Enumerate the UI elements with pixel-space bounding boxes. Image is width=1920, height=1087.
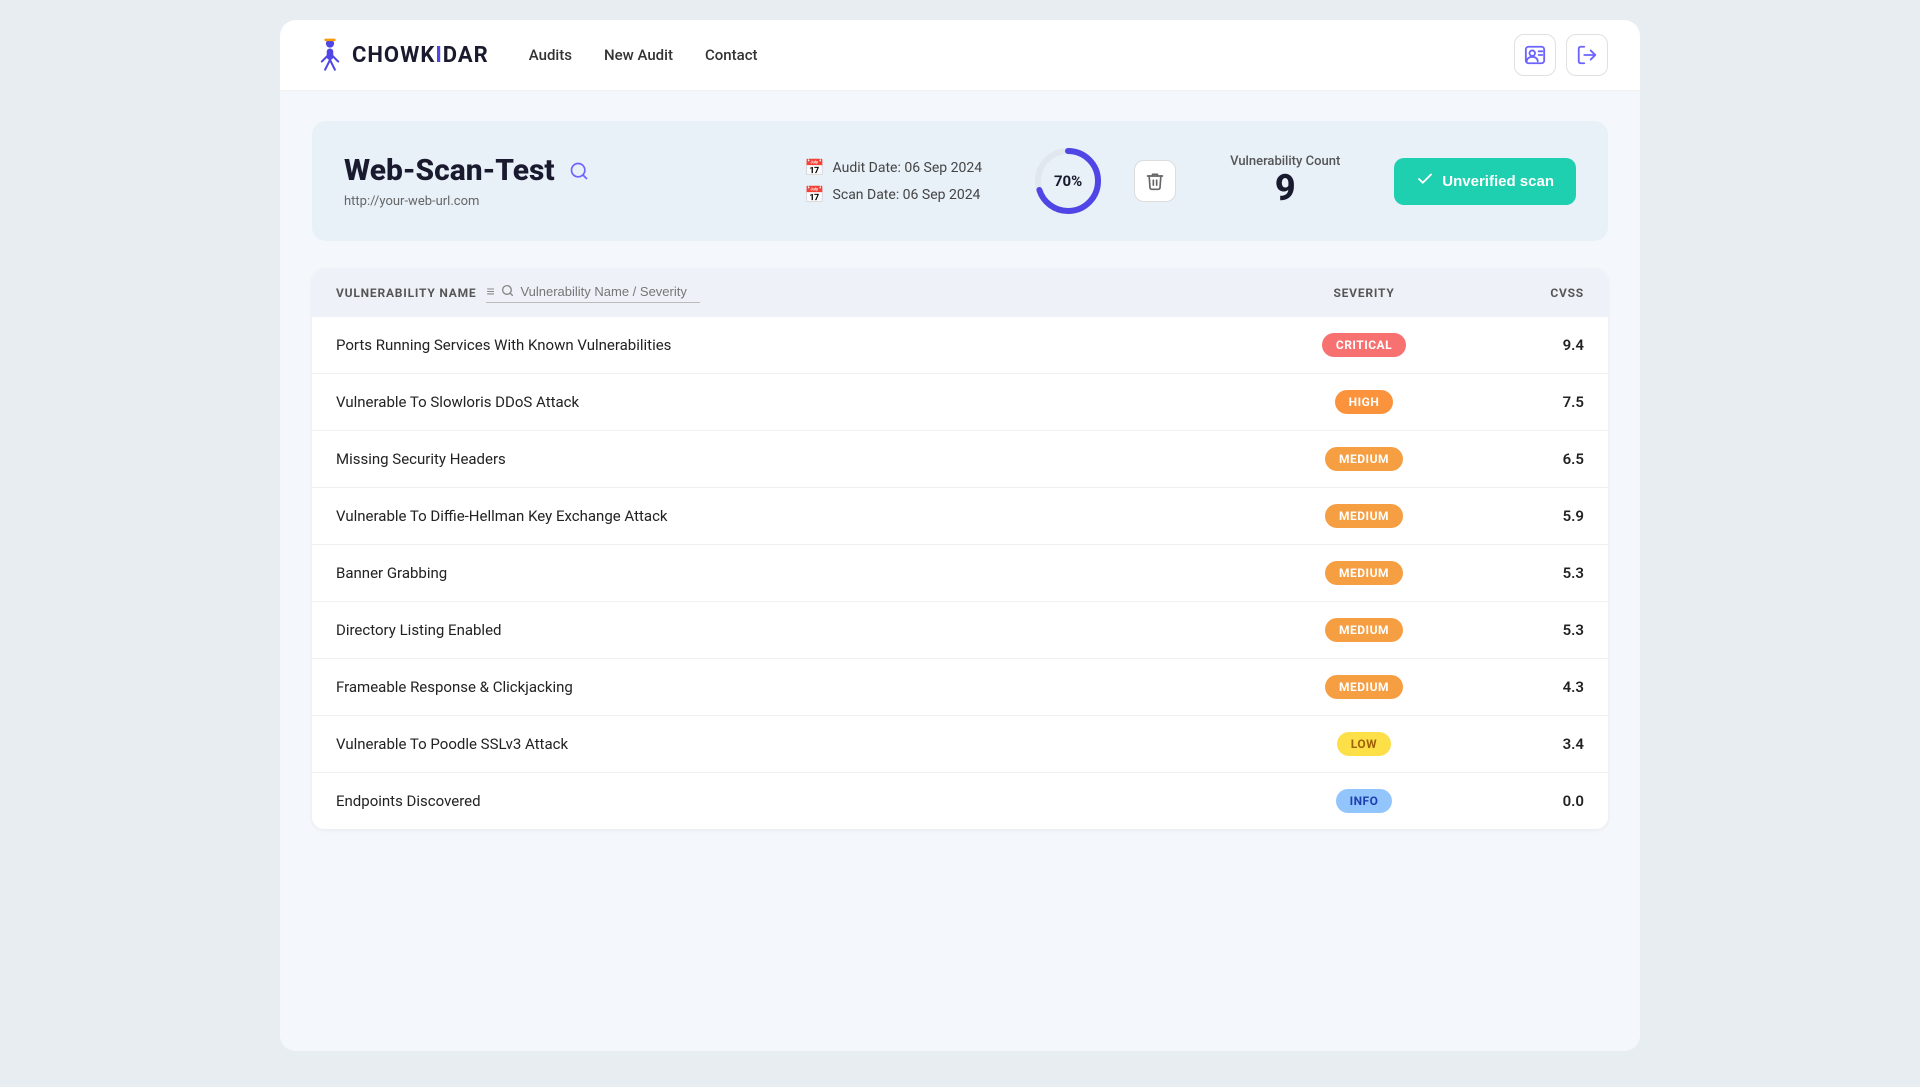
row-vuln-name: Ports Running Services With Known Vulner… (336, 336, 1264, 354)
app-container: CHOWKIDAR Audits New Audit Contact (280, 20, 1640, 1051)
table-row[interactable]: Missing Security Headers MEDIUM 6.5 (312, 431, 1608, 488)
checkmark-icon (1416, 170, 1434, 193)
nav-links: Audits New Audit Contact (529, 46, 1514, 64)
logo-icon (312, 37, 348, 73)
row-cvss: 0.0 (1464, 792, 1584, 810)
navbar: CHOWKIDAR Audits New Audit Contact (280, 20, 1640, 91)
col-severity: SEVERITY (1264, 286, 1464, 300)
severity-badge: MEDIUM (1325, 675, 1403, 699)
table-row[interactable]: Vulnerable To Poodle SSLv3 Attack LOW 3.… (312, 716, 1608, 773)
scan-date-label: Scan Date: 06 Sep 2024 (833, 187, 981, 203)
severity-badge: MEDIUM (1325, 447, 1403, 471)
vuln-count-box: Vulnerability Count 9 (1230, 154, 1340, 209)
severity-badge: MEDIUM (1325, 618, 1403, 642)
table-row[interactable]: Ports Running Services With Known Vulner… (312, 317, 1608, 374)
delete-button[interactable] (1134, 160, 1176, 202)
row-severity: CRITICAL (1264, 333, 1464, 357)
severity-badge: CRITICAL (1322, 333, 1406, 357)
table-row[interactable]: Directory Listing Enabled MEDIUM 5.3 (312, 602, 1608, 659)
nav-link-contact[interactable]: Contact (705, 46, 758, 64)
row-vuln-name: Directory Listing Enabled (336, 621, 1264, 639)
row-cvss: 5.3 (1464, 621, 1584, 639)
row-severity: MEDIUM (1264, 675, 1464, 699)
audit-date-row: 📅 Audit Date: 06 Sep 2024 (805, 158, 982, 177)
progress-text: 70% (1054, 172, 1082, 190)
profile-icon (1524, 44, 1546, 66)
severity-badge: MEDIUM (1325, 561, 1403, 585)
scan-calendar-icon: 📅 (805, 185, 825, 204)
table-row[interactable]: Vulnerable To Slowloris DDoS Attack HIGH… (312, 374, 1608, 431)
scan-url: http://your-web-url.com (344, 194, 775, 209)
row-severity: HIGH (1264, 390, 1464, 414)
vuln-count-number: 9 (1230, 169, 1340, 209)
logo-area: CHOWKIDAR (312, 37, 489, 73)
table-row[interactable]: Banner Grabbing MEDIUM 5.3 (312, 545, 1608, 602)
scan-title-row: Web-Scan-Test (344, 153, 775, 188)
row-cvss: 5.3 (1464, 564, 1584, 582)
row-severity: INFO (1264, 789, 1464, 813)
table-body: Ports Running Services With Known Vulner… (312, 317, 1608, 829)
severity-badge: MEDIUM (1325, 504, 1403, 528)
row-cvss: 4.3 (1464, 678, 1584, 696)
logout-icon (1576, 44, 1598, 66)
scan-edit-icon[interactable] (565, 157, 593, 185)
scan-date-row: 📅 Scan Date: 06 Sep 2024 (805, 185, 982, 204)
row-vuln-name: Vulnerable To Poodle SSLv3 Attack (336, 735, 1264, 753)
audit-dates: 📅 Audit Date: 06 Sep 2024 📅 Scan Date: 0… (805, 158, 982, 204)
severity-badge: LOW (1337, 732, 1391, 756)
search-wrap: ≡ (486, 283, 700, 303)
nav-link-audits[interactable]: Audits (529, 46, 572, 64)
trash-icon (1145, 171, 1165, 191)
vuln-table: VULNERABILITY NAME ≡ SEVERITY CVSS (312, 269, 1608, 829)
col-name-label: VULNERABILITY NAME (336, 286, 476, 300)
scan-info: Web-Scan-Test http://your-web-url.com (344, 153, 775, 209)
row-vuln-name: Banner Grabbing (336, 564, 1264, 582)
row-severity: MEDIUM (1264, 447, 1464, 471)
search-icon (501, 284, 514, 300)
col-name: VULNERABILITY NAME ≡ (336, 283, 1264, 303)
progress-circle: 70% (1032, 145, 1104, 217)
search-input[interactable] (520, 284, 700, 299)
row-severity: MEDIUM (1264, 561, 1464, 585)
col-cvss: CVSS (1464, 286, 1584, 300)
calendar-icon: 📅 (805, 158, 825, 177)
audit-date-label: Audit Date: 06 Sep 2024 (833, 160, 983, 176)
row-vuln-name: Missing Security Headers (336, 450, 1264, 468)
row-cvss: 7.5 (1464, 393, 1584, 411)
row-cvss: 6.5 (1464, 450, 1584, 468)
row-vuln-name: Endpoints Discovered (336, 792, 1264, 810)
row-severity: MEDIUM (1264, 618, 1464, 642)
logo-text: CHOWKIDAR (352, 43, 489, 68)
nav-actions (1514, 34, 1608, 76)
profile-button[interactable] (1514, 34, 1556, 76)
row-severity: MEDIUM (1264, 504, 1464, 528)
scan-title: Web-Scan-Test (344, 153, 555, 188)
row-cvss: 3.4 (1464, 735, 1584, 753)
row-vuln-name: Vulnerable To Slowloris DDoS Attack (336, 393, 1264, 411)
filter-icon: ≡ (486, 283, 495, 300)
row-cvss: 9.4 (1464, 336, 1584, 354)
table-row[interactable]: Endpoints Discovered INFO 0.0 (312, 773, 1608, 829)
logout-button[interactable] (1566, 34, 1608, 76)
table-row[interactable]: Frameable Response & Clickjacking MEDIUM… (312, 659, 1608, 716)
row-cvss: 5.9 (1464, 507, 1584, 525)
unverified-scan-button[interactable]: Unverified scan (1394, 158, 1576, 205)
severity-badge: HIGH (1335, 390, 1394, 414)
table-row[interactable]: Vulnerable To Diffie-Hellman Key Exchang… (312, 488, 1608, 545)
severity-badge: INFO (1336, 789, 1393, 813)
row-vuln-name: Frameable Response & Clickjacking (336, 678, 1264, 696)
row-vuln-name: Vulnerable To Diffie-Hellman Key Exchang… (336, 507, 1264, 525)
header-card: Web-Scan-Test http://your-web-url.com 📅 … (312, 121, 1608, 241)
main-content: Web-Scan-Test http://your-web-url.com 📅 … (280, 91, 1640, 1051)
table-header: VULNERABILITY NAME ≡ SEVERITY CVSS (312, 269, 1608, 317)
row-severity: LOW (1264, 732, 1464, 756)
nav-link-new-audit[interactable]: New Audit (604, 46, 673, 64)
unverified-label: Unverified scan (1442, 173, 1554, 190)
